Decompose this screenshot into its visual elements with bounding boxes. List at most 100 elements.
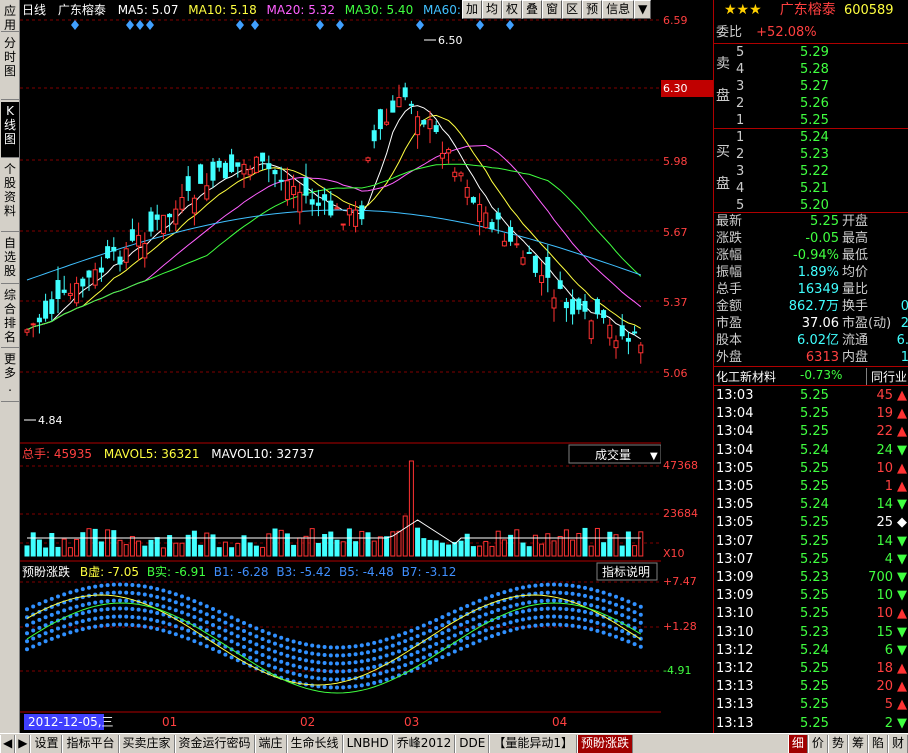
scroll-left-icon[interactable]: ◀ [0,734,16,753]
tick-price: 5.25 [800,388,829,403]
indicator-dot [490,626,494,631]
tab-lnbhd[interactable]: LNBHD [342,734,393,753]
volume-bar [49,533,55,557]
indicator-dot [37,625,42,630]
indicator-dot [583,609,587,614]
indicator-dot [564,583,569,588]
indicator-dot [328,677,333,682]
indicator-dot [223,636,228,641]
button-overlay[interactable]: 叠 [522,0,543,19]
tick-volume: 6 [884,642,893,658]
tab-indicator-platform[interactable]: 指标平台 [62,734,119,753]
button-rights[interactable]: 权 [502,0,523,19]
indicator-dot [502,622,507,627]
indicator-dot [279,643,284,648]
candle-body [638,344,644,354]
indicator-dot [496,592,501,597]
tab-detail[interactable]: 细 [787,734,808,753]
indicator-dot [211,615,215,620]
candle-body [446,149,452,154]
button-add[interactable]: 加 [462,0,483,19]
indicator-dot [471,633,476,638]
button-forecast[interactable]: 预 [582,0,603,19]
stat-row: 振幅 1.89% 均价 [714,264,908,281]
tab-kline[interactable]: K 线 图 [1,102,19,158]
tick-price: 5.25 [800,406,829,422]
tab-app[interactable]: 应 用 [1,2,19,32]
tick-volume: 20 [876,679,893,695]
tab-trap[interactable]: 陷 [867,734,888,753]
indicator-dot [235,618,240,623]
indicator-dot [614,594,618,599]
indicator-dot [80,627,85,632]
indicator-dot [149,609,153,614]
button-average[interactable]: 均 [482,0,503,19]
tab-settings[interactable]: 设置 [30,734,63,753]
sector-row[interactable]: 化工新材料 -0.73% 同行业 [714,366,908,386]
chevron-down-icon[interactable]: ▼ [634,0,652,19]
candle-body [582,300,588,312]
tab-trend[interactable]: 势 [827,734,848,753]
indicator-dot [118,598,122,603]
candle-body [346,208,352,216]
stat-label2: 内盘 [842,350,869,365]
tab-same-industry[interactable]: 同行业 [866,368,907,385]
buy-row: 2 5.23 [714,146,908,163]
button-window[interactable]: 窗 [542,0,563,19]
tab-chips[interactable]: 筹 [847,734,868,753]
indicator-dot [471,617,476,622]
candle-body [359,205,365,220]
volume-selector-label: 成交量 [595,447,631,462]
tab-stock-info[interactable]: 个 股 资 料 [1,160,19,232]
tab-more[interactable]: 更 多 . [1,350,19,402]
indicator-dot [558,598,563,603]
volume-bar [222,541,228,557]
tick-row: 13:09 5.25 10 ▼ [714,587,908,604]
indicator-dot [217,649,222,654]
tab-dde[interactable]: DDE [455,734,490,753]
tab-ranking[interactable]: 综 合 排 名 [1,286,19,348]
indicator-dot [93,584,98,589]
tab-duanzhuang[interactable]: 端庄 [254,734,287,753]
volume-bar [594,527,600,557]
indicator-dot [570,591,575,596]
indicator-dot [130,591,135,596]
candle-body [526,251,532,254]
tick-time: 13:09 [716,588,754,604]
indicator-dot [316,660,321,665]
tab-timeshare[interactable]: 分 时 图 [1,34,19,100]
indicator-dot [335,685,339,690]
tab-price[interactable]: 价 [807,734,828,753]
stat-row: 涨幅 -0.94% 最低 [714,247,908,264]
tab-lifeline[interactable]: 生命长线 [286,734,343,753]
tick-price: 5.25 [800,661,829,676]
arrow-down-icon: ▼ [897,588,907,604]
indicator-dot [366,666,370,671]
indicator-dot [155,618,160,623]
scroll-right-icon[interactable]: ▶ [15,734,31,753]
indicator-dot [390,667,395,672]
indicator-dot [459,646,463,651]
tab-capital-password[interactable]: 资金运行密码 [174,734,255,753]
tab-dealer[interactable]: 买卖庄家 [118,734,175,753]
tab-forecast[interactable]: 预盼涨跌 [576,734,633,753]
buy-row: 3 5.22 [714,163,908,180]
indicator-dot [155,610,160,615]
tab-watchlist[interactable]: 自 选 股 [1,234,19,284]
button-range[interactable]: 区 [562,0,583,19]
candle-body [117,256,123,265]
indicator-dot [601,622,606,627]
tab-finance[interactable]: 财 [887,734,908,753]
kline-chart[interactable]: 6.50 4.84 日线 广东榕泰 MA5: 5.07 MA10: 5.18 M… [20,0,661,733]
arrow-up-icon: ▲ [897,606,907,622]
month-label: 04 [552,715,567,729]
buy-row: 4 5.21 [714,180,908,197]
candle-body [477,204,483,222]
button-info[interactable]: 信息 [602,0,635,19]
tab-qiaofeng[interactable]: 乔峰2012 [392,734,456,753]
indicator-dot [502,590,507,595]
stat-value2: 2 [900,316,908,331]
indicator-dot [483,612,488,617]
tab-volume-anomaly[interactable]: 【量能异动1】 [489,734,577,753]
indicator-dot [570,623,575,628]
